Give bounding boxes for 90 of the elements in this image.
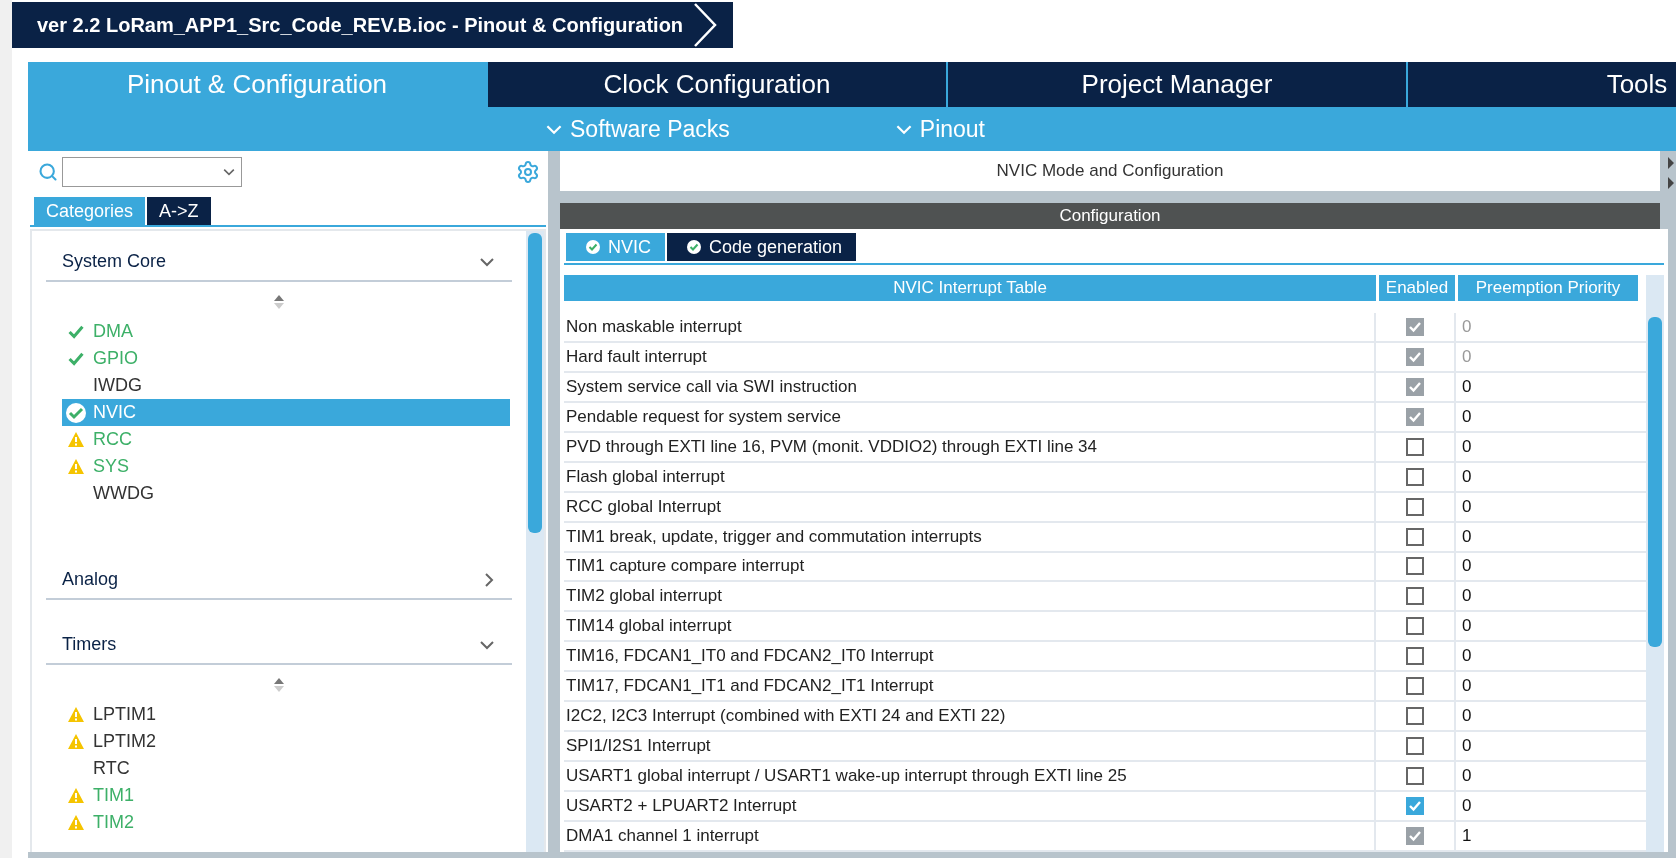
search-combo-field[interactable] [62, 157, 242, 187]
checkbox[interactable] [1406, 647, 1424, 666]
checkbox[interactable] [1406, 796, 1424, 815]
table-cell: TIM16, FDCAN1_IT0 and FDCAN2_IT0 Interrupt [564, 642, 1376, 671]
table-cell-text: 0 [1461, 586, 1473, 607]
chevron-right-icon [484, 572, 494, 587]
scrollbar[interactable] [1646, 275, 1664, 852]
warning-icon [67, 458, 85, 475]
search-icon[interactable] [38, 162, 58, 182]
check-circle-icon [65, 401, 87, 424]
chevron-down-icon [223, 168, 235, 176]
chevron-down-icon [480, 639, 494, 650]
peripheral-item[interactable]: IWDG [62, 372, 510, 399]
peripheral-item[interactable]: LPTIM1 [62, 701, 510, 728]
table-cell: RCC global Interrupt [564, 492, 1376, 521]
sort-icon[interactable] [273, 294, 285, 310]
checkbox[interactable] [1406, 527, 1424, 546]
table-cell-text: 0 [1461, 706, 1473, 727]
table-cell-text: 0 [1461, 316, 1473, 337]
table-cell: USART2 + LPUART2 Interrupt [564, 792, 1376, 820]
view-tab[interactable]: A->Z [147, 197, 211, 225]
chevron-down-icon [480, 256, 494, 267]
table-cell-text: 0 [1461, 436, 1473, 457]
table-cell-text: 0 [1461, 736, 1473, 757]
column-header: Preemption Priority [1458, 275, 1638, 301]
config-tab[interactable]: Code generation [667, 233, 857, 261]
main-tab[interactable]: Project Manager [948, 62, 1406, 107]
table-cell: Pendable request for system service [564, 402, 1376, 431]
table-cell: TIM14 global interrupt [564, 612, 1376, 641]
window-title: ver 2.2 LoRam_APP1_Src_Code_REV.B.ioc - Pinout & Configuration [12, 2, 734, 48]
checkbox[interactable] [1406, 677, 1424, 696]
table-cell-text: 1 [1461, 825, 1473, 846]
chevron-down-icon [895, 123, 912, 135]
table-cell-text: 0 [1461, 616, 1473, 637]
table-cell-text: 0 [1461, 376, 1473, 397]
check-circle-icon [586, 240, 600, 254]
panel-title: NVIC Mode and Configuration [560, 151, 1660, 191]
table-cell-text: 0 [1461, 526, 1473, 547]
table-cell: TIM1 break, update, trigger and commutation interrupts [564, 522, 1376, 551]
table-cell-text: 0 [1461, 406, 1473, 427]
table-cell: I2C2, I2C3 Interrupt (combined with EXTI 24 and EXTI 22) [564, 702, 1376, 731]
table-cell: Hard fault interrupt [564, 342, 1376, 371]
table-cell-text: 0 [1461, 496, 1473, 517]
checkbox[interactable] [1406, 437, 1424, 456]
warning-icon [67, 733, 85, 750]
table-cell-text: 0 [1461, 646, 1473, 667]
checkbox[interactable] [1406, 707, 1424, 726]
sort-icon[interactable] [273, 677, 285, 693]
column-header: NVIC Interrupt Table [564, 275, 1376, 301]
category-header[interactable]: Timers [46, 620, 512, 665]
category-header[interactable]: System Core [46, 237, 512, 282]
table-cell-text: 0 [1461, 795, 1473, 816]
category-header[interactable]: Analog [46, 555, 512, 600]
check-circle-icon [687, 240, 701, 254]
column-header: Enabled [1379, 275, 1455, 301]
section-title: Configuration [560, 203, 1660, 229]
settings-icon[interactable] [516, 160, 540, 184]
warning-icon [67, 787, 85, 804]
table-cell: USART1 global interrupt / USART1 wake-up interrupt through EXTI line 25 [564, 762, 1376, 790]
checkbox[interactable] [1406, 497, 1424, 516]
peripheral-item[interactable]: RTC [62, 755, 510, 782]
table-cell: DMA1 channel 1 interrupt [564, 821, 1376, 850]
checkbox[interactable] [1406, 467, 1424, 486]
table-cell-text: 0 [1461, 676, 1473, 697]
table-cell-text: 0 [1461, 556, 1473, 577]
main-tab[interactable]: Clock Configuration [488, 62, 946, 107]
scrollbar[interactable] [526, 231, 544, 852]
table-cell: TIM1 capture compare interrupt [564, 552, 1376, 581]
table-cell: TIM17, FDCAN1_IT1 and FDCAN2_IT1 Interrupt [564, 672, 1376, 701]
table-cell: Non maskable interrupt [564, 313, 1376, 341]
warning-icon [67, 814, 85, 831]
table-cell: SPI1/I2S1 Interrupt [564, 732, 1376, 761]
chevron-down-icon [546, 123, 562, 135]
main-tab[interactable]: Tools [1408, 62, 1676, 107]
table-cell: System service call via SWI instruction [564, 372, 1376, 401]
table-cell: PVD through EXTI line 16, PVM (monit. VDDIO2) through EXTI line 34 [564, 432, 1376, 461]
checkbox[interactable] [1406, 557, 1424, 576]
peripheral-item[interactable]: LPTIM2 [62, 728, 510, 755]
warning-icon [67, 431, 85, 448]
checkbox[interactable] [1406, 767, 1424, 786]
table-cell: Flash global interrupt [564, 462, 1376, 491]
peripheral-item[interactable]: WWDG [62, 480, 510, 507]
table-cell-text: 0 [1461, 766, 1473, 787]
table-cell: TIM2 global interrupt [564, 582, 1376, 611]
table-cell-text: 0 [1461, 466, 1473, 487]
warning-icon [67, 706, 85, 723]
checkbox[interactable] [1406, 587, 1424, 606]
checkbox[interactable] [1406, 737, 1424, 756]
checkbox[interactable] [1406, 617, 1424, 636]
table-cell-text: 0 [1461, 346, 1473, 367]
